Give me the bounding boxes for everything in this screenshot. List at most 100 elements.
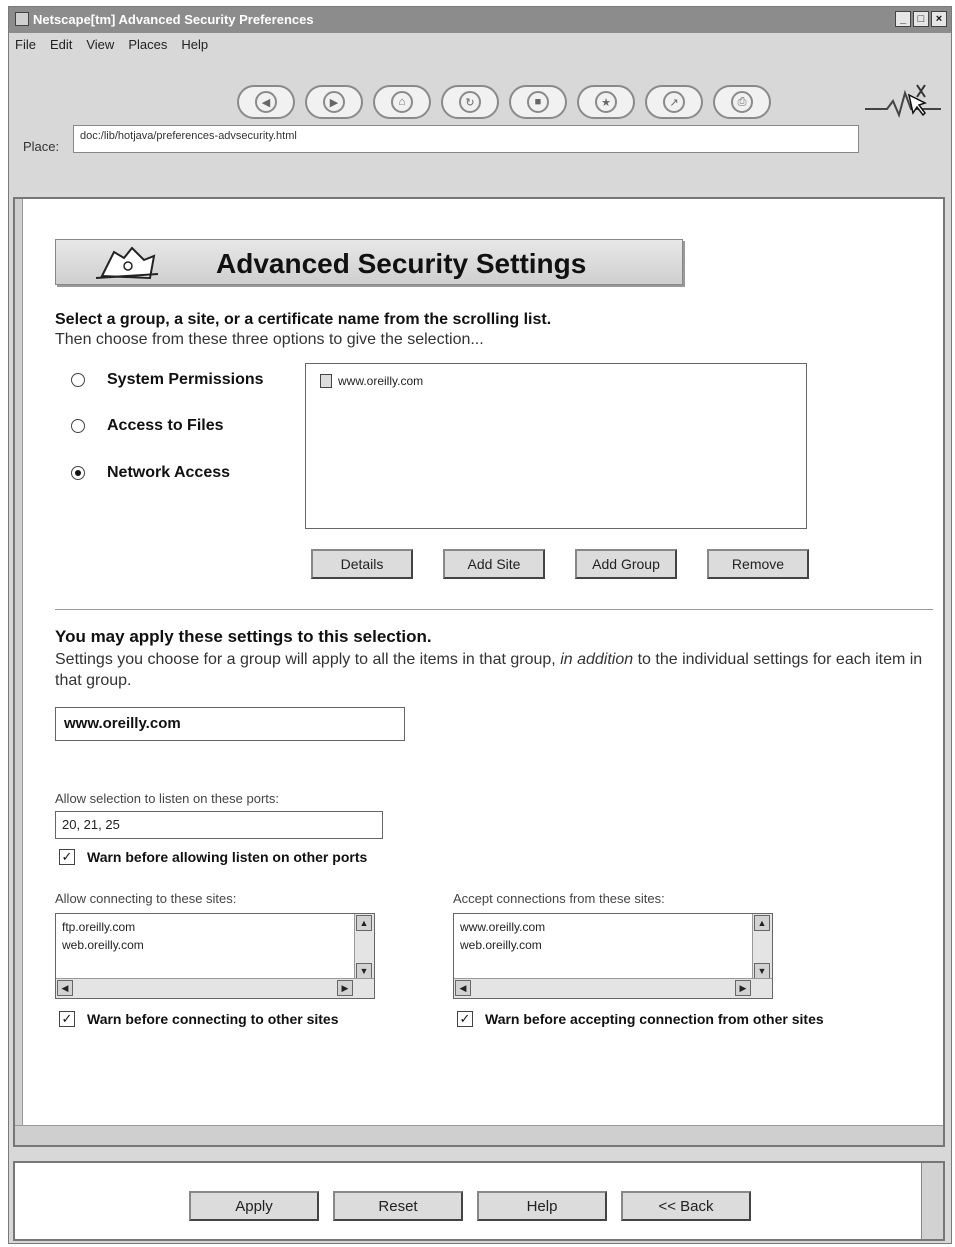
print-icon: ⎙ (731, 91, 753, 113)
ports-label: Allow selection to listen on these ports… (55, 791, 280, 806)
remove-button[interactable]: Remove (707, 549, 809, 579)
bookmark-button[interactable]: ★ (577, 85, 635, 119)
menu-places[interactable]: Places (128, 37, 167, 57)
home-icon: ⌂ (391, 91, 413, 113)
warn-ports-label: Warn before allowing listen on other por… (87, 849, 368, 865)
selection-name-field[interactable]: www.oreilly.com (55, 707, 405, 741)
place-url-field[interactable]: doc:/lib/hotjava/preferences-advsecurity… (73, 125, 859, 153)
reload-icon: ↻ (459, 91, 481, 113)
app-window: Netscape[tm] Advanced Security Preferenc… (8, 6, 952, 1244)
ports-input[interactable]: 20, 21, 25 (55, 811, 383, 839)
place-label: Place: (23, 139, 60, 154)
button-frame-scrollbar[interactable] (921, 1163, 943, 1239)
site-list[interactable]: www.oreilly.com (305, 363, 807, 529)
warn-connect-label: Warn before connecting to other sites (87, 1011, 339, 1027)
section-divider (55, 609, 933, 610)
menu-edit[interactable]: Edit (50, 37, 72, 57)
window-controls: _ □ × (895, 11, 947, 27)
app-icon[interactable] (15, 12, 29, 26)
scroll-down-icon[interactable]: ▼ (754, 963, 770, 979)
warn-connect-checkbox[interactable]: ✓ (59, 1011, 75, 1027)
warn-ports-checkbox-row[interactable]: ✓ Warn before allowing listen on other p… (59, 849, 367, 865)
window-title: Netscape[tm] Advanced Security Preferenc… (33, 12, 314, 27)
scroll-right-icon[interactable]: ▶ (337, 980, 353, 996)
connect-to-label: Allow connecting to these sites: (55, 891, 237, 906)
option-access-to-files[interactable]: Access to Files (71, 417, 224, 435)
button-frame: Apply Reset Help << Back (13, 1161, 945, 1241)
accept-from-sites-list[interactable]: www.oreilly.com web.oreilly.com ▲ ▼ ◀ ▶ (453, 913, 773, 999)
maximize-button[interactable]: □ (913, 11, 929, 27)
title-bar[interactable]: Netscape[tm] Advanced Security Preferenc… (9, 7, 951, 33)
apply-button[interactable]: Apply (189, 1191, 319, 1221)
connect-to-sites-list[interactable]: ftp.oreilly.com web.oreilly.com ▲ ▼ ◀ ▶ (55, 913, 375, 999)
details-button[interactable]: Details (311, 549, 413, 579)
menu-view[interactable]: View (86, 37, 114, 57)
scroll-up-icon[interactable]: ▲ (356, 915, 372, 931)
stop-icon: ■ (527, 91, 549, 113)
forward-icon: ▶ (323, 91, 345, 113)
site-entry[interactable]: web.oreilly.com (62, 936, 144, 954)
back-page-button[interactable]: << Back (621, 1191, 751, 1221)
close-button[interactable]: × (931, 11, 947, 27)
radio-network-access[interactable] (71, 466, 85, 480)
frame-bottom-bar (15, 1125, 943, 1145)
list-item[interactable]: www.oreilly.com (320, 374, 423, 388)
scroll-down-icon[interactable]: ▼ (356, 963, 372, 979)
settings-banner: Advanced Security Settings (55, 239, 683, 285)
radio-system-permissions[interactable] (71, 373, 85, 387)
option-label: Network Access (107, 464, 231, 481)
scroll-up-icon[interactable]: ▲ (754, 915, 770, 931)
list-item-label: www.oreilly.com (338, 374, 424, 388)
reload-button[interactable]: ↻ (441, 85, 499, 119)
navigation-toolbar: ◀ ▶ ⌂ ↻ ■ ★ ↗ ⎙ (237, 85, 771, 119)
instruction-line-1: Select a group, a site, or a certificate… (55, 311, 552, 328)
site-entry[interactable]: ftp.oreilly.com (62, 918, 144, 936)
open-button[interactable]: ↗ (645, 85, 703, 119)
warn-accept-checkbox-row[interactable]: ✓ Warn before accepting connection from … (457, 1011, 824, 1027)
option-label: Access to Files (107, 417, 224, 434)
bookmark-icon: ★ (595, 91, 617, 113)
hotjava-logo-icon (865, 84, 941, 119)
horizontal-scrollbar[interactable]: ◀ ▶ (454, 978, 772, 998)
site-icon (320, 374, 332, 388)
back-button[interactable]: ◀ (237, 85, 295, 119)
add-site-button[interactable]: Add Site (443, 549, 545, 579)
menu-help[interactable]: Help (181, 37, 208, 57)
apply-section-heading: You may apply these settings to this sel… (55, 627, 432, 646)
warn-connect-checkbox-row[interactable]: ✓ Warn before connecting to other sites (59, 1011, 339, 1027)
content-frame: Advanced Security Settings Select a grou… (13, 197, 945, 1147)
option-label: System Permissions (107, 371, 264, 388)
print-button[interactable]: ⎙ (713, 85, 771, 119)
horizontal-scrollbar[interactable]: ◀ ▶ (56, 978, 374, 998)
site-entry[interactable]: web.oreilly.com (460, 936, 545, 954)
instruction-line-2: Then choose from these three options to … (55, 331, 484, 348)
help-button[interactable]: Help (477, 1191, 607, 1221)
option-system-permissions[interactable]: System Permissions (71, 371, 264, 389)
menu-file[interactable]: File (15, 37, 36, 57)
warn-accept-label: Warn before accepting connection from ot… (485, 1011, 824, 1027)
vertical-scrollbar[interactable]: ▲ ▼ (752, 914, 772, 980)
forward-button[interactable]: ▶ (305, 85, 363, 119)
warn-accept-checkbox[interactable]: ✓ (457, 1011, 473, 1027)
scroll-left-icon[interactable]: ◀ (57, 980, 73, 996)
page-title: Advanced Security Settings (216, 248, 587, 279)
reset-button[interactable]: Reset (333, 1191, 463, 1221)
back-icon: ◀ (255, 91, 277, 113)
add-group-button[interactable]: Add Group (575, 549, 677, 579)
scroll-right-icon[interactable]: ▶ (735, 980, 751, 996)
accept-from-label: Accept connections from these sites: (453, 891, 665, 906)
minimize-button[interactable]: _ (895, 11, 911, 27)
description-emphasis: in addition (560, 651, 634, 668)
description-text: Settings you choose for a group will app… (55, 651, 556, 668)
apply-section-description: Settings you choose for a group will app… (55, 649, 935, 691)
home-button[interactable]: ⌂ (373, 85, 431, 119)
radio-access-to-files[interactable] (71, 419, 85, 433)
site-entry[interactable]: www.oreilly.com (460, 918, 545, 936)
vertical-scrollbar[interactable]: ▲ ▼ (354, 914, 374, 980)
stop-button[interactable]: ■ (509, 85, 567, 119)
warn-ports-checkbox[interactable]: ✓ (59, 849, 75, 865)
scroll-left-icon[interactable]: ◀ (455, 980, 471, 996)
option-network-access[interactable]: Network Access (71, 464, 230, 482)
menu-bar: File Edit View Places Help (9, 37, 208, 57)
open-icon: ↗ (663, 91, 685, 113)
